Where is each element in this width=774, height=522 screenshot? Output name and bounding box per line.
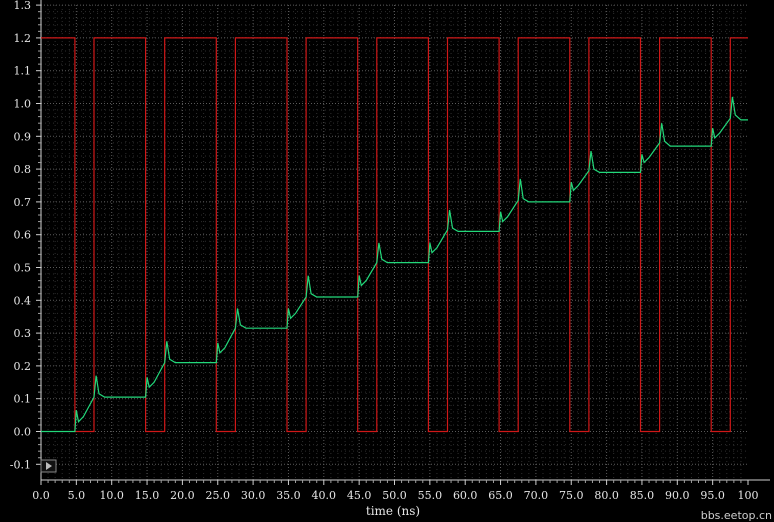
y-tick-label: 0.1 — [14, 393, 32, 406]
play-button[interactable] — [40, 459, 57, 473]
watermark: bbs.eetop.cn — [701, 509, 772, 522]
x-tick-label: 65.0 — [488, 489, 513, 502]
x-tick-label: 5.0 — [68, 489, 86, 502]
waveform-plot: 0.0 5.0 10.0 15.0 20.0 25.0 30.0 35.0 40.0 45.0 50… — [0, 0, 774, 522]
y-tick-label: 0.6 — [14, 229, 32, 242]
x-tick-label: 75.0 — [559, 489, 584, 502]
y-tick-label: -0.1 — [10, 458, 31, 471]
x-tick-label: 85.0 — [630, 489, 655, 502]
y-tick-label: 0.0 — [14, 426, 32, 439]
y-tick-label: 1.3 — [14, 0, 32, 12]
x-tick-label: 90.0 — [665, 489, 690, 502]
y-tick-label: 0.9 — [14, 130, 32, 143]
x-tick-label: 30.0 — [241, 489, 266, 502]
x-tick-label: 35.0 — [276, 489, 301, 502]
x-tick-label: 70.0 — [524, 489, 549, 502]
y-tick-label: 0.2 — [14, 360, 32, 373]
y-tick-label: 1.0 — [14, 98, 32, 111]
x-tick-label: 15.0 — [135, 489, 160, 502]
x-tick-label: 45.0 — [347, 489, 372, 502]
x-tick-label: 60.0 — [453, 489, 478, 502]
x-tick-label: 80.0 — [594, 489, 619, 502]
x-tick-label: 0.0 — [32, 489, 50, 502]
x-tick-label: 100 — [738, 489, 759, 502]
y-tick-label: 1.1 — [14, 65, 32, 78]
x-axis-title: time (ns) — [366, 504, 420, 518]
x-tick-label: 50.0 — [382, 489, 407, 502]
x-tick-label: 20.0 — [170, 489, 195, 502]
y-tick-label: 0.4 — [14, 294, 32, 307]
y-tick-label: 1.2 — [14, 32, 32, 45]
x-tick-label: 55.0 — [418, 489, 443, 502]
x-tick-label: 95.0 — [700, 489, 725, 502]
y-tick-label: 0.7 — [14, 196, 32, 209]
y-tick-label: 0.3 — [14, 327, 32, 340]
x-tick-label: 40.0 — [312, 489, 337, 502]
y-tick-label: 0.8 — [14, 163, 32, 176]
x-tick-label: 25.0 — [206, 489, 231, 502]
y-tick-label: 0.5 — [14, 262, 32, 275]
x-tick-label: 10.0 — [99, 489, 124, 502]
